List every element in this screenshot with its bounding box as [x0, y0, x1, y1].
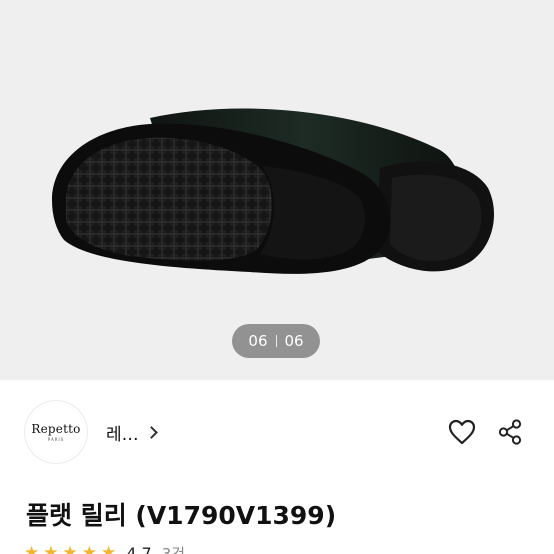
rating-row[interactable]: ★ ★ ★ ★ ★ 4.7 3건 [24, 543, 185, 554]
chevron-right-icon [144, 425, 158, 439]
star-icon: ★ [43, 542, 59, 554]
review-count: 3건 [161, 544, 186, 554]
star-icon: ★ [101, 542, 117, 554]
star-icon: ★ [81, 542, 97, 554]
product-image-gallery[interactable]: 06 06 [0, 0, 554, 380]
store-name: 레… [106, 424, 139, 445]
star-icon: ★ [24, 542, 40, 554]
page-separator [275, 335, 277, 347]
star-icon: ★ [62, 542, 78, 554]
rating-value: 4.7 [126, 543, 152, 554]
shoe-sole-image [52, 108, 494, 274]
heart-outline-icon [448, 419, 476, 445]
page-indicator: 06 06 [232, 324, 320, 358]
store-logo-subtext: PARIS [47, 437, 65, 442]
favorite-button[interactable] [446, 416, 478, 448]
store-logo[interactable]: Repetto PARIS [24, 400, 88, 464]
product-title: 플랫 릴리 (V1790V1399) [26, 501, 337, 530]
store-link[interactable]: 레… [106, 420, 158, 445]
current-page: 06 [248, 332, 268, 350]
total-pages: 06 [284, 332, 304, 350]
store-logo-text: Repetto [31, 422, 81, 436]
share-icon [498, 419, 522, 445]
share-button[interactable] [494, 416, 526, 448]
